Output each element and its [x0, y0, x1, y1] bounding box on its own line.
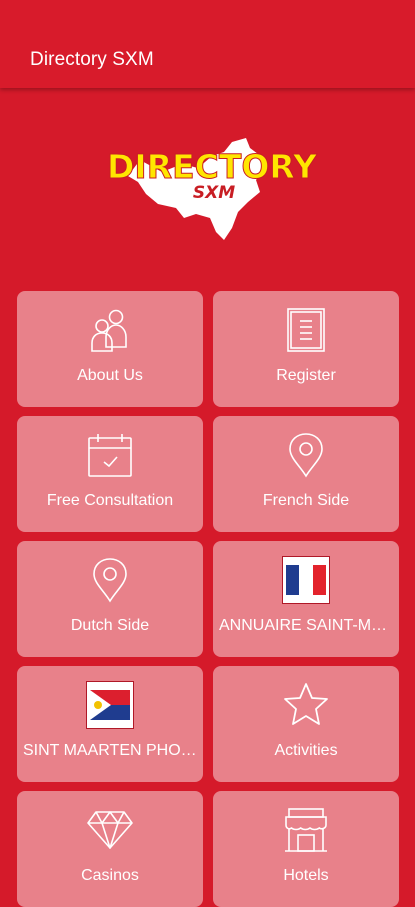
- tile-label: SINT MAARTEN PHONE BOOK: [23, 742, 197, 759]
- tile-label: French Side: [262, 492, 350, 509]
- tile-activities[interactable]: Activities: [213, 666, 399, 782]
- tile-label: Activities: [274, 742, 338, 759]
- tile-dutch-side[interactable]: Dutch Side: [17, 541, 203, 657]
- tile-label: Free Consultation: [46, 492, 174, 509]
- logo-text: DIRECTORY: [107, 147, 318, 186]
- tile-sint-maarten-phone-book[interactable]: SINT MAARTEN PHONE BOOK: [17, 666, 203, 782]
- users-icon: [85, 305, 135, 355]
- diamond-icon: [85, 805, 135, 855]
- hotel-icon: [281, 805, 331, 855]
- french-flag-icon: [281, 555, 331, 605]
- map-pin-icon: [281, 430, 331, 480]
- directory-sxm-logo: DIRECTORY SXM: [100, 128, 325, 246]
- tile-casinos[interactable]: Casinos: [17, 791, 203, 907]
- sint-maarten-flag-icon: [85, 680, 135, 730]
- tile-about-us[interactable]: About Us: [17, 291, 203, 407]
- tile-label: Dutch Side: [70, 617, 150, 634]
- tile-free-consultation[interactable]: Free Consultation: [17, 416, 203, 532]
- app-title: Directory SXM: [30, 49, 154, 70]
- star-icon: [281, 680, 331, 730]
- tile-register[interactable]: Register: [213, 291, 399, 407]
- tile-hotels[interactable]: Hotels: [213, 791, 399, 907]
- logo-subtext: SXM: [193, 183, 235, 203]
- tile-annuaire-saint-martin[interactable]: ANNUAIRE SAINT-MARTIN: [213, 541, 399, 657]
- app-bar: Directory SXM: [0, 0, 415, 88]
- tile-label: Register: [276, 367, 336, 384]
- calendar-check-icon: [85, 430, 135, 480]
- tile-label: Casinos: [81, 867, 139, 884]
- document-icon: [281, 305, 331, 355]
- map-pin-icon: [85, 555, 135, 605]
- tile-label: Hotels: [283, 867, 329, 884]
- tile-label: ANNUAIRE SAINT-MARTIN: [219, 617, 393, 634]
- tile-french-side[interactable]: French Side: [213, 416, 399, 532]
- tile-label: About Us: [77, 367, 143, 384]
